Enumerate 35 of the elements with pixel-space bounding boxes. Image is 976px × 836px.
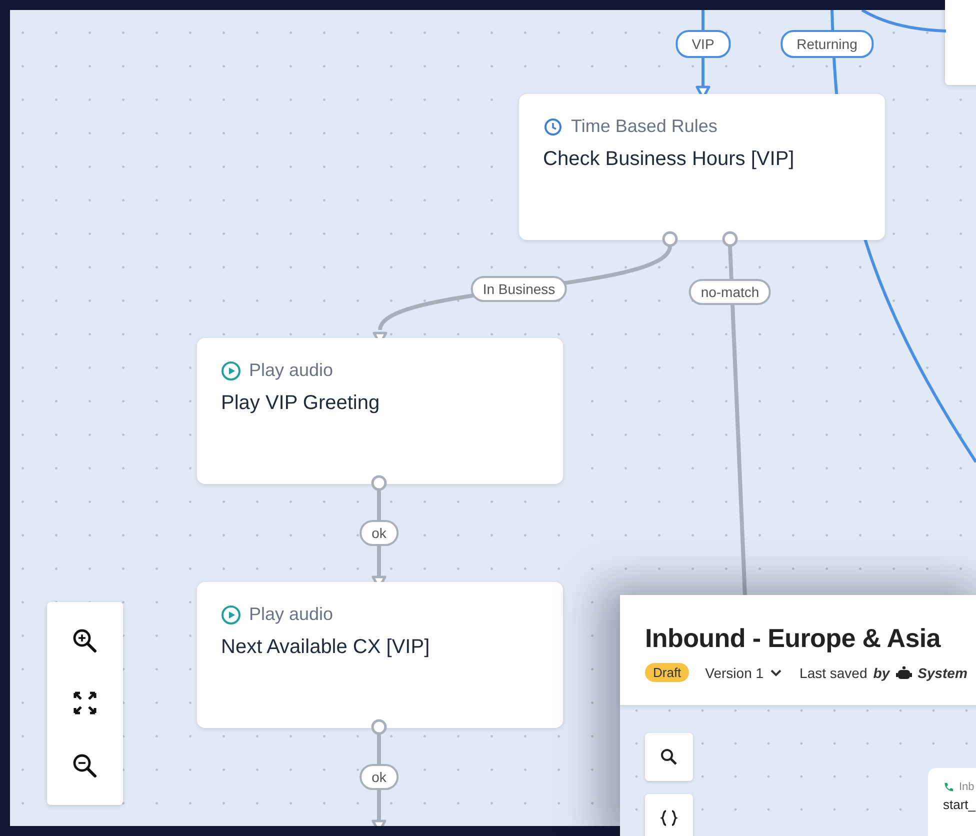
braces-icon: [660, 809, 678, 827]
node-card[interactable]: Inb start_: [928, 768, 976, 836]
node-title: Play VIP Greeting: [221, 392, 381, 415]
chevron-down-icon: [770, 668, 782, 676]
edge-label[interactable]: Returning: [780, 30, 874, 58]
node-title: Next Available CX [VIP]: [221, 636, 431, 659]
zoom-in-icon[interactable]: [71, 627, 99, 656]
node-card[interactable]: Time Based Rules Check Business Hours [VIP]: [519, 94, 885, 240]
play-icon: [221, 360, 241, 380]
node-type: Inb: [959, 781, 974, 793]
node-title: Check Business Hours [VIP]: [543, 148, 796, 171]
node-type: Play audio: [249, 604, 334, 625]
search-button[interactable]: [645, 733, 693, 781]
edge-label[interactable]: no-match: [688, 279, 772, 305]
node-card[interactable]: Play audio Play VIP Greeting: [197, 338, 563, 484]
search-icon: [660, 748, 678, 766]
status-badge: Draft: [645, 663, 690, 682]
node-type: Time Based Rules: [571, 116, 718, 137]
saved-by: by: [873, 664, 890, 680]
node-title: start_: [943, 797, 976, 812]
edge-label[interactable]: VIP: [676, 30, 730, 58]
node-card[interactable]: Play audio Next Available CX [VIP]: [197, 582, 563, 728]
clock-icon: [543, 116, 563, 136]
play-icon: [221, 604, 241, 624]
phone-icon: [943, 782, 954, 792]
version-dropdown[interactable]: Version 1: [695, 664, 794, 680]
saved-user: System: [918, 664, 968, 680]
flow-title: Inbound - Europe & Asia: [645, 623, 942, 654]
edge-label[interactable]: In Business: [470, 276, 568, 302]
robot-icon: [896, 666, 912, 680]
variables-button[interactable]: [645, 794, 693, 836]
node-type: Play audio: [249, 360, 334, 381]
fit-view-icon[interactable]: [71, 689, 99, 718]
zoom-out-icon[interactable]: [71, 752, 99, 780]
saved-label: Last saved: [800, 664, 868, 680]
